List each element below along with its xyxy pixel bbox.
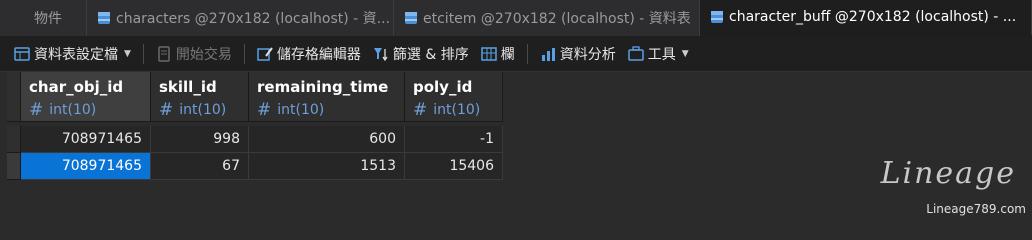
table-cell[interactable]: -1 [405, 126, 503, 153]
table-cell[interactable]: 67 [151, 153, 249, 180]
begin-transaction-button[interactable]: 開始交易 [150, 40, 238, 68]
table-cell[interactable]: 15406 [405, 153, 503, 180]
tab-character-buff-label: character_buff @270x182 (localhost) - ..… [729, 9, 1017, 25]
tab-bar: 物件 characters @270x182 (localhost) - 資..… [0, 0, 1032, 36]
toolbar-divider [142, 43, 144, 64]
number-type-icon: # [257, 100, 272, 120]
column-name: remaining_time [257, 78, 389, 96]
cell-editor-label: 儲存格編輯器 [276, 46, 361, 63]
column-type-label: int(10) [433, 102, 481, 118]
filter-sort-label: 篩選 & 排序 [392, 46, 469, 63]
number-type-icon: # [413, 100, 428, 120]
table-cell[interactable]: 708971465 [21, 126, 151, 153]
column-type: # int(10) [257, 100, 396, 120]
row-header[interactable] [7, 153, 21, 180]
column-header-remaining-time[interactable]: remaining_time # int(10) [249, 72, 405, 122]
filter-sort-button[interactable]: 篩選 & 排序 [367, 40, 475, 68]
watermark-url: Lineage789.com [926, 202, 1026, 216]
data-analysis-icon [541, 47, 555, 61]
column-type-label: int(10) [179, 102, 227, 118]
table-design-icon [14, 46, 30, 61]
column-header-poly-id[interactable]: poly_id # int(10) [405, 72, 503, 122]
tab-objects[interactable]: 物件 [0, 0, 87, 36]
cell-editor-button[interactable]: 儲存格編輯器 [251, 40, 367, 68]
table-icon [711, 11, 723, 23]
number-type-icon: # [159, 100, 174, 120]
tab-objects-label: 物件 [34, 11, 62, 27]
table-row[interactable]: 708971465 67 1513 15406 [7, 153, 503, 180]
tab-etcitem[interactable]: etcitem @270x182 (localhost) - 資料表 [394, 0, 700, 36]
columns-label: 欄 [500, 46, 515, 63]
table-cell[interactable]: 1513 [249, 153, 405, 180]
column-type: # int(10) [29, 100, 142, 120]
cell-editor-icon [257, 46, 273, 61]
table-cell-selected[interactable]: 708971465 [21, 153, 151, 180]
header-row: char_obj_id # int(10) skill_id # int(10) r… [7, 72, 503, 122]
filter-sort-icon [373, 47, 388, 61]
tab-character-buff[interactable]: character_buff @270x182 (localhost) - ..… [700, 0, 1032, 36]
row-header[interactable] [7, 126, 21, 153]
chevron-down-icon: ▼ [124, 48, 131, 59]
tab-characters-label: characters @270x182 (localhost) - 資... [116, 11, 391, 27]
tools-icon [628, 45, 644, 61]
column-type: # int(10) [159, 100, 240, 120]
table-design-button[interactable]: 資料表設定檔 ▼ [8, 40, 137, 68]
column-type-label: int(10) [277, 102, 325, 118]
table-icon [405, 12, 417, 24]
tab-etcitem-label: etcitem @270x182 (localhost) - 資料表 [423, 11, 691, 27]
corner-cell[interactable] [7, 72, 21, 122]
column-name: char_obj_id [29, 78, 124, 96]
number-type-icon: # [29, 100, 44, 120]
table-design-label: 資料表設定檔 [34, 46, 118, 63]
watermark-logo: Lineage [880, 156, 1016, 191]
chevron-down-icon: ▼ [681, 48, 689, 59]
column-header-char-obj-id[interactable]: char_obj_id # int(10) [21, 72, 151, 122]
tab-characters[interactable]: characters @270x182 (localhost) - 資... [87, 0, 394, 36]
table-cell[interactable]: 600 [249, 126, 405, 153]
watermark: Lineage Lineage789.com [876, 156, 1026, 216]
column-type: # int(10) [413, 100, 494, 120]
transaction-icon [158, 45, 170, 62]
toolbar: 資料表設定檔 ▼ 開始交易 儲存格編輯器 篩選 & 排序 欄 資料分析 工具 ▼ [0, 36, 1032, 72]
data-analysis-button[interactable]: 資料分析 [534, 40, 622, 68]
column-type-label: int(10) [49, 102, 97, 118]
table-cell[interactable]: 998 [151, 126, 249, 153]
table-icon [98, 12, 110, 24]
toolbar-divider [526, 43, 528, 64]
columns-icon [481, 46, 497, 61]
columns-button[interactable]: 欄 [475, 40, 521, 68]
begin-transaction-label: 開始交易 [175, 46, 232, 63]
data-analysis-label: 資料分析 [559, 46, 616, 63]
tools-button[interactable]: 工具 ▼ [622, 40, 695, 68]
toolbar-divider [243, 43, 245, 64]
column-name: skill_id [159, 78, 217, 96]
column-name: poly_id [413, 78, 473, 96]
column-header-skill-id[interactable]: skill_id # int(10) [151, 72, 249, 122]
table-row[interactable]: 708971465 998 600 -1 [7, 122, 503, 153]
data-grid: char_obj_id # int(10) skill_id # int(10) r… [7, 72, 503, 180]
tools-label: 工具 [647, 46, 676, 63]
